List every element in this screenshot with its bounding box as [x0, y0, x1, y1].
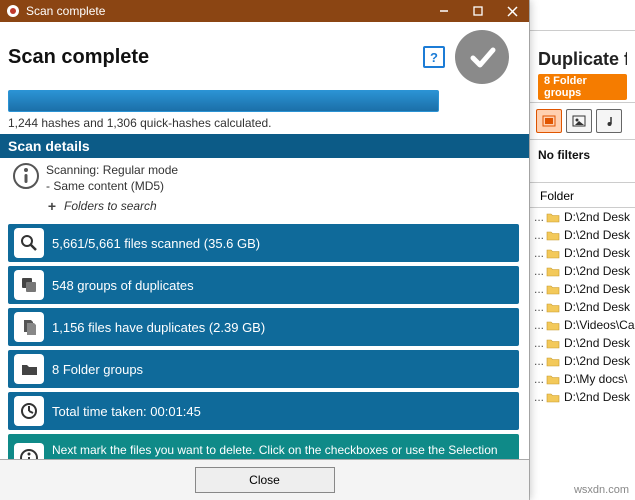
dialog-footer: Close [0, 459, 529, 500]
folder-path: D:\2nd Desk [564, 264, 630, 278]
stat-time: Total time taken: 00:01:45 [8, 392, 519, 430]
folder-icon [546, 301, 560, 313]
stat-dups-text: 1,156 files have duplicates (2.39 GB) [52, 320, 265, 335]
search-icon [14, 228, 44, 258]
folder-icon [546, 211, 560, 223]
scan-complete-dialog: Scan complete Scan complete ? 1,244 hash… [0, 0, 529, 500]
folder-path: D:\2nd Desk [564, 228, 630, 242]
table-row[interactable]: ... D:\2nd Desk [530, 280, 635, 298]
close-button[interactable]: Close [195, 467, 335, 493]
folder-path: D:\2nd Desk [564, 354, 630, 368]
table-row[interactable]: ... D:\2nd Desk [530, 334, 635, 352]
table-row[interactable]: ... D:\2nd Desk [530, 298, 635, 316]
folder-icon [546, 229, 560, 241]
folders-to-search-label[interactable]: Folders to search [64, 199, 157, 213]
scan-mode-row: Scanning: Regular mode - Same content (M… [8, 158, 519, 198]
folder-icon [546, 355, 560, 367]
stat-time-text: Total time taken: 00:01:45 [52, 404, 201, 419]
stat-dups: 1,156 files have duplicates (2.39 GB) [8, 308, 519, 346]
filter-all-button[interactable] [536, 109, 562, 133]
folder-icon [546, 283, 560, 295]
duplicates-icon [14, 312, 44, 342]
stat-folders: 8 Folder groups [8, 350, 519, 388]
page-title: Scan complete [8, 46, 423, 69]
folder-icon [546, 265, 560, 277]
folder-path: D:\My docs\ [564, 372, 627, 386]
ellipsis-icon: ... [534, 372, 544, 386]
ellipsis-icon: ... [534, 336, 544, 350]
table-row[interactable]: ... D:\2nd Desk [530, 388, 635, 406]
filter-images-button[interactable] [566, 109, 592, 133]
ellipsis-icon: ... [534, 210, 544, 224]
hash-summary: 1,244 hashes and 1,306 quick-hashes calc… [8, 116, 519, 130]
stat-groups: 548 groups of duplicates [8, 266, 519, 304]
complete-check-icon [455, 30, 509, 84]
ellipsis-icon: ... [534, 228, 544, 242]
folder-icon [546, 391, 560, 403]
app-icon [4, 2, 22, 20]
ellipsis-icon: ... [534, 282, 544, 296]
groups-icon [14, 270, 44, 300]
stat-scanned-text: 5,661/5,661 files scanned (35.6 GB) [52, 236, 260, 251]
table-row[interactable]: ... D:\My docs\ [530, 370, 635, 388]
folder-groups-badge: 8 Folder groups [538, 74, 627, 100]
folder-path: D:\Videos\Ca [564, 318, 634, 332]
folder-icon [546, 373, 560, 385]
titlebar-title: Scan complete [26, 4, 427, 18]
scan-mode-line2: - Same content (MD5) [46, 178, 178, 194]
progress-bar [8, 90, 439, 112]
bg-title: Duplicate folders [538, 49, 627, 70]
scan-details-header: Scan details [0, 134, 529, 158]
ellipsis-icon: ... [534, 264, 544, 278]
table-row[interactable]: ... D:\2nd Desk [530, 262, 635, 280]
folder-path: D:\2nd Desk [564, 300, 630, 314]
stat-scanned: 5,661/5,661 files scanned (35.6 GB) [8, 224, 519, 262]
background-window: Duplicate folders 8 Folder groups No fil… [529, 0, 635, 500]
clock-icon [14, 396, 44, 426]
help-button[interactable]: ? [423, 46, 445, 68]
ellipsis-icon: ... [534, 354, 544, 368]
bg-topbar [530, 0, 635, 31]
table-row[interactable]: ... D:\2nd Desk [530, 208, 635, 226]
minimize-button[interactable] [427, 0, 461, 22]
stat-groups-text: 548 groups of duplicates [52, 278, 194, 293]
folder-path: D:\2nd Desk [564, 390, 630, 404]
table-row[interactable]: ... D:\2nd Desk [530, 352, 635, 370]
folder-column-header[interactable]: Folder [530, 183, 635, 208]
folder-path: D:\2nd Desk [564, 210, 630, 224]
maximize-button[interactable] [461, 0, 495, 22]
ellipsis-icon: ... [534, 390, 544, 404]
titlebar: Scan complete [0, 0, 529, 22]
folder-icon [546, 319, 560, 331]
filter-music-button[interactable] [596, 109, 622, 133]
info-icon [12, 162, 40, 190]
stat-folders-text: 8 Folder groups [52, 362, 143, 377]
plus-icon[interactable]: + [44, 198, 60, 214]
watermark: wsxdn.com [574, 484, 629, 496]
folder-path: D:\2nd Desk [564, 336, 630, 350]
folder-list: ... D:\2nd Desk... D:\2nd Desk... D:\2nd De… [530, 208, 635, 406]
folder-path: D:\2nd Desk [564, 246, 630, 260]
folder-icon [14, 354, 44, 384]
no-filters-label: No filters [530, 140, 635, 183]
bg-toolbar [530, 103, 635, 140]
folder-icon [546, 247, 560, 259]
table-row[interactable]: ... D:\2nd Desk [530, 226, 635, 244]
ellipsis-icon: ... [534, 300, 544, 314]
ellipsis-icon: ... [534, 246, 544, 260]
close-window-button[interactable] [495, 0, 529, 22]
scan-mode-line1: Scanning: Regular mode [46, 162, 178, 178]
folder-icon [546, 337, 560, 349]
table-row[interactable]: ... D:\2nd Desk [530, 244, 635, 262]
ellipsis-icon: ... [534, 318, 544, 332]
bg-header: Duplicate folders 8 Folder groups [530, 31, 635, 103]
folder-path: D:\2nd Desk [564, 282, 630, 296]
table-row[interactable]: ... D:\Videos\Ca [530, 316, 635, 334]
